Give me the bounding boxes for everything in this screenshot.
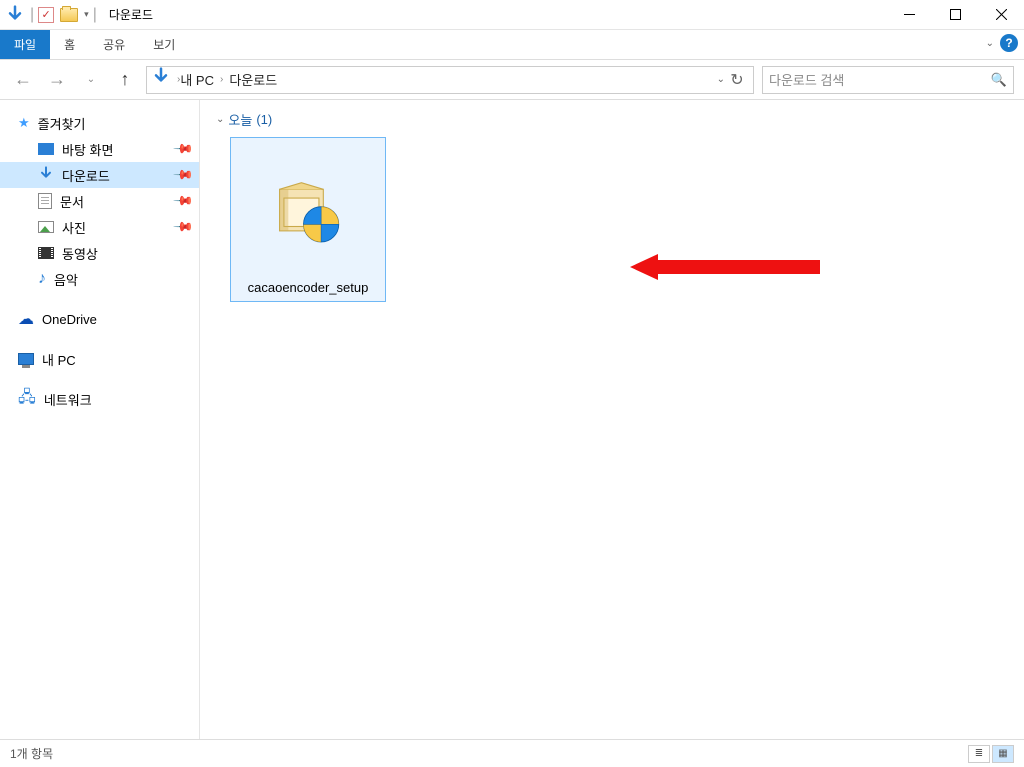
file-name: cacaoencoder_setup — [231, 280, 385, 295]
sidebar-item-documents[interactable]: 문서 📌 — [0, 188, 199, 214]
group-header-today[interactable]: ⌄ 오늘 (1) — [216, 110, 1016, 129]
sidebar-item-label: 음악 — [54, 270, 78, 289]
search-input[interactable]: 다운로드 검색 🔍 — [762, 66, 1014, 94]
tab-share[interactable]: 공유 — [89, 30, 139, 59]
desktop-icon — [38, 143, 54, 155]
search-icon[interactable]: 🔍 — [991, 72, 1007, 88]
pin-icon: 📌 — [172, 190, 195, 213]
annotation-arrow — [630, 252, 820, 287]
sidebar-item-pictures[interactable]: 사진 📌 — [0, 214, 199, 240]
tab-view[interactable]: 보기 — [139, 30, 189, 59]
tab-home[interactable]: 홈 — [50, 30, 89, 59]
details-view-button[interactable]: ≣ — [968, 745, 990, 763]
pin-icon: 📌 — [172, 138, 195, 161]
file-item[interactable]: cacaoencoder_setup — [230, 137, 386, 302]
music-icon: ♪ — [38, 270, 46, 288]
sidebar-item-label: OneDrive — [42, 312, 97, 327]
ribbon: 파일 홈 공유 보기 ⌄ ? — [0, 30, 1024, 60]
sidebar-item-music[interactable]: ♪ 음악 — [0, 266, 199, 292]
breadcrumb-thispc[interactable]: 내 PC — [180, 70, 214, 89]
download-folder-icon — [151, 67, 171, 92]
address-history-icon[interactable]: ⌄ — [717, 74, 725, 85]
sidebar-quick-access[interactable]: ★ 즐겨찾기 — [0, 110, 199, 136]
folder-icon — [58, 4, 80, 26]
sidebar-item-label: 즐겨찾기 — [38, 114, 86, 133]
file-list-view[interactable]: ⌄ 오늘 (1) cacaoencod — [200, 100, 1024, 739]
sidebar-network[interactable]: 🖧 네트워크 — [0, 386, 199, 412]
videos-icon — [38, 247, 54, 259]
minimize-button[interactable] — [886, 0, 932, 30]
network-icon: 🖧 — [18, 386, 36, 413]
qat-dropdown-icon[interactable]: ▾ — [84, 9, 89, 20]
sidebar-item-label: 사진 — [62, 218, 86, 237]
maximize-button[interactable] — [932, 0, 978, 30]
ribbon-collapse-icon[interactable]: ⌄ — [986, 38, 994, 49]
tab-file[interactable]: 파일 — [0, 30, 50, 59]
pc-icon — [18, 353, 34, 365]
download-arrow-icon — [38, 166, 54, 185]
breadcrumb-downloads[interactable]: 다운로드 — [229, 70, 277, 89]
navigation-pane: ★ 즐겨찾기 바탕 화면 📌 다운로드 📌 문서 📌 사진 📌 — [0, 100, 200, 739]
sidebar-item-desktop[interactable]: 바탕 화면 📌 — [0, 136, 199, 162]
sidebar-item-label: 문서 — [60, 192, 84, 211]
pin-icon: 📌 — [172, 216, 195, 239]
back-button[interactable]: ← — [10, 67, 36, 93]
sidebar-item-label: 내 PC — [42, 350, 76, 369]
sidebar-item-label: 다운로드 — [62, 166, 110, 185]
download-arrow-icon[interactable] — [4, 4, 26, 26]
sidebar-thispc[interactable]: 내 PC — [0, 346, 199, 372]
pictures-icon — [38, 221, 54, 233]
title-bar: | ✓ ▾ | 다운로드 — [0, 0, 1024, 30]
sidebar-item-videos[interactable]: 동영상 — [0, 240, 199, 266]
chevron-down-icon[interactable]: ⌄ — [216, 114, 224, 125]
close-button[interactable] — [978, 0, 1024, 30]
sidebar-item-downloads[interactable]: 다운로드 📌 — [0, 162, 199, 188]
qat-separator: | — [30, 6, 34, 24]
checkbox-icon[interactable]: ✓ — [38, 7, 54, 23]
chevron-right-icon[interactable]: › — [220, 74, 223, 85]
qat: | ✓ ▾ | 다운로드 — [0, 4, 153, 26]
status-item-count: 1개 항목 — [10, 745, 53, 762]
qat-separator-2: | — [93, 6, 97, 24]
up-button[interactable]: ↑ — [112, 67, 138, 93]
cloud-icon: ☁ — [18, 309, 34, 329]
icons-view-button[interactable]: ▦ — [992, 745, 1014, 763]
search-placeholder: 다운로드 검색 — [769, 70, 844, 89]
help-icon[interactable]: ? — [1000, 34, 1018, 52]
window-controls — [886, 0, 1024, 30]
installer-icon — [231, 138, 385, 280]
forward-button[interactable]: → — [44, 67, 70, 93]
window-title: 다운로드 — [109, 6, 153, 23]
sidebar-item-label: 바탕 화면 — [62, 140, 113, 159]
recent-dropdown-icon[interactable]: ⌄ — [78, 67, 104, 93]
sidebar-item-label: 동영상 — [62, 244, 98, 263]
main-area: ★ 즐겨찾기 바탕 화면 📌 다운로드 📌 문서 📌 사진 📌 — [0, 100, 1024, 739]
group-count: (1) — [256, 112, 272, 127]
navigation-bar: ← → ⌄ ↑ › 내 PC › 다운로드 ⌄ ↻ 다운로드 검색 🔍 — [0, 60, 1024, 100]
group-name: 오늘 — [228, 110, 252, 129]
address-bar[interactable]: › 내 PC › 다운로드 ⌄ ↻ — [146, 66, 754, 94]
sidebar-onedrive[interactable]: ☁ OneDrive — [0, 306, 199, 332]
status-bar: 1개 항목 ≣ ▦ — [0, 739, 1024, 767]
star-icon: ★ — [18, 115, 30, 131]
pin-icon: 📌 — [172, 164, 195, 187]
document-icon — [38, 193, 52, 209]
sidebar-item-label: 네트워크 — [44, 390, 92, 409]
refresh-button[interactable]: ↻ — [725, 70, 749, 90]
